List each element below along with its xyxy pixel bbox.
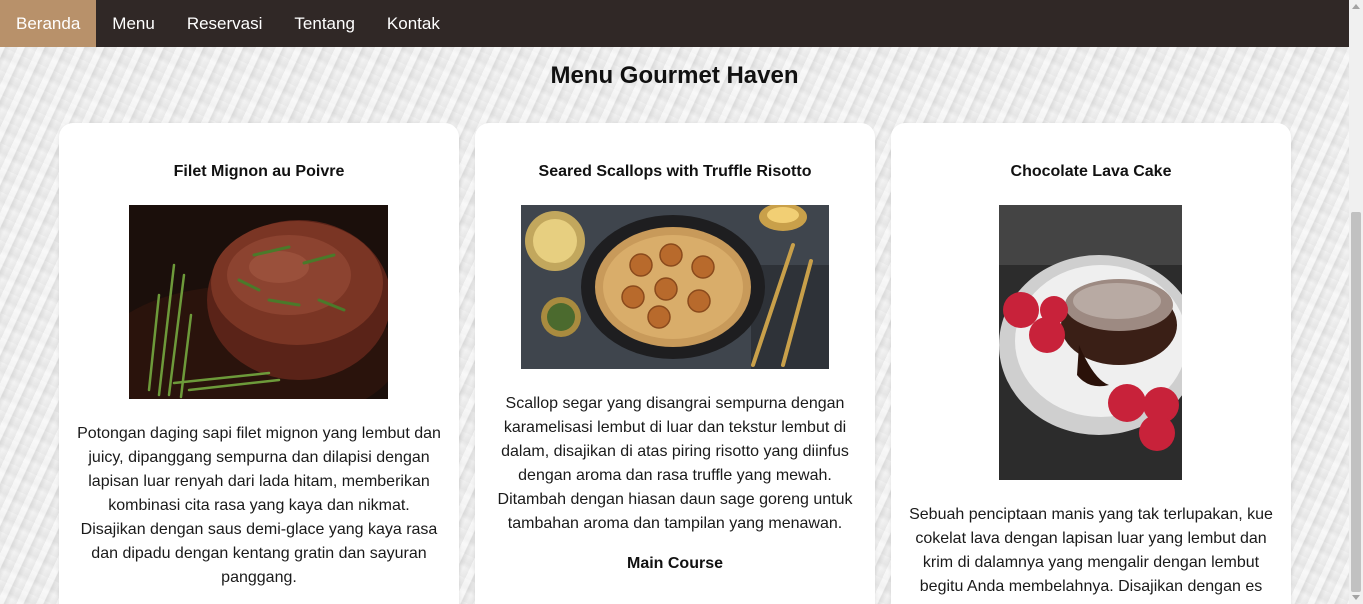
scrollbar-thumb[interactable] xyxy=(1351,212,1361,592)
menu-card-title: Seared Scallops with Truffle Risotto xyxy=(538,163,812,180)
scroll-down-icon[interactable] xyxy=(1352,595,1360,600)
menu-card-filet-mignon: Filet Mignon au Poivre Potongan daging s… xyxy=(59,123,459,604)
menu-card-title: Filet Mignon au Poivre xyxy=(173,163,345,180)
top-nav: Beranda Menu Reservasi Tentang Kontak xyxy=(0,0,1349,47)
menu-card-description: Potongan daging sapi filet mignon yang l… xyxy=(77,425,441,586)
scallops-risotto-photo xyxy=(521,205,829,369)
page-title: Menu Gourmet Haven xyxy=(550,62,799,89)
nav-item-beranda[interactable]: Beranda xyxy=(0,0,97,47)
menu-card-category: Main Course xyxy=(626,555,723,572)
nav-item-label: Menu xyxy=(112,13,155,33)
nav-item-reservasi[interactable]: Reservasi xyxy=(171,0,279,47)
nav-item-tentang[interactable]: Tentang xyxy=(278,0,371,47)
menu-card-scallops: Seared Scallops with Truffle Risotto Sca… xyxy=(475,123,875,604)
scroll-up-icon[interactable] xyxy=(1352,4,1360,9)
page-scrollbar[interactable] xyxy=(1349,0,1363,604)
menu-card-description: Sebuah penciptaan manis yang tak terlupa… xyxy=(909,506,1273,595)
chocolate-lava-cake-photo xyxy=(999,205,1182,480)
filet-mignon-photo xyxy=(129,205,388,399)
menu-card-description: Scallop segar yang disangrai sempurna de… xyxy=(497,395,853,532)
nav-item-label: Tentang xyxy=(294,13,355,33)
nav-item-label: Beranda xyxy=(16,13,81,33)
nav-item-label: Kontak xyxy=(386,13,440,33)
menu-card-lava-cake: Chocolate Lava Cake Sebuah penciptaan ma… xyxy=(891,123,1291,604)
nav-item-menu[interactable]: Menu xyxy=(96,0,171,47)
menu-card-title: Chocolate Lava Cake xyxy=(1010,163,1172,180)
nav-item-kontak[interactable]: Kontak xyxy=(371,0,456,47)
nav-item-label: Reservasi xyxy=(186,13,263,33)
